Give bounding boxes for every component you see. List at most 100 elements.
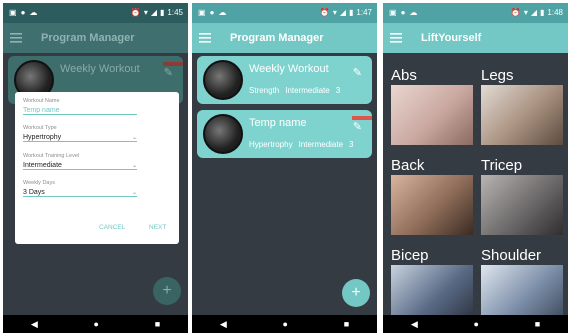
status-time: 1:45 [167,8,183,17]
phone-screen-categories: ▣ ● ☁ ⏰ ▾ ◢ ▮ 1:48 LiftYourself Abs Legs… [383,3,568,333]
workout-name-field: Workout Name Temp name [23,98,137,115]
workout-type-select[interactable]: Hypertrophy ⌄ [23,133,137,142]
system-nav-bar: ◀ ● ■ [192,315,377,333]
pencil-icon[interactable]: ✎ [353,66,362,79]
workout-type-label: Workout Type [23,125,57,131]
category-abs[interactable]: Abs [391,67,473,145]
workout-level: Intermediate [285,86,330,95]
weekly-days-select[interactable]: 3 Days ⌄ [23,188,137,197]
circle-icon: ● [400,8,406,17]
category-image [481,175,563,235]
ribbon-tag [352,116,372,120]
category-label: Legs [481,67,514,84]
training-level-label: Workout Training Level [23,153,80,159]
system-nav-bar: ◀ ● ■ [383,315,568,333]
category-tricep[interactable]: Tricep [481,157,563,235]
wifi-icon: ▾ [332,8,337,17]
cloud-icon: ☁ [409,8,418,17]
workout-card-meta: Strength Intermediate 3 [249,86,340,95]
alarm-icon: ⏰ [130,8,141,17]
battery-icon: ▮ [349,8,354,17]
home-circle-icon[interactable]: ● [283,319,288,329]
recents-square-icon[interactable]: ■ [344,319,349,329]
chevron-down-icon: ⌄ [131,162,137,169]
app-title: LiftYourself [421,32,482,44]
category-image [481,85,563,145]
phone-screen-programs: ▣ ● ☁ ⏰ ▾ ◢ ▮ 1:47 Program Manager Weekl… [192,3,377,333]
chevron-down-icon: ⌄ [131,134,137,141]
category-label: Tricep [481,157,523,174]
category-grid: Abs Legs Back Tricep Bicep Shoulder [383,53,568,325]
category-label: Back [391,157,425,174]
phone-screen-dialog: ▣ ● ☁ ⏰ ▾ ◢ ▮ 1:45 Program Manager Weekl… [3,3,188,333]
wifi-icon: ▾ [143,8,148,17]
circle-icon: ● [20,8,26,17]
weekly-days-label: Weekly Days [23,180,55,186]
status-time: 1:48 [547,8,563,17]
workout-name-input[interactable]: Temp name [23,106,137,115]
category-shoulder[interactable]: Shoulder [481,247,563,325]
workout-card[interactable]: Weekly Workout Strength Intermediate 3 ✎ [197,56,372,104]
workout-type-value: Hypertrophy [23,133,62,141]
recents-square-icon[interactable]: ■ [155,319,160,329]
app-title: Program Manager [41,32,135,44]
category-image [391,175,473,235]
battery-icon: ▮ [540,8,545,17]
hamburger-icon[interactable] [383,23,409,53]
signal-icon: ◢ [150,8,158,17]
program-list: Weekly Workout Strength Intermediate 3 ✎… [192,53,377,315]
status-bar: ▣ ● ☁ ⏰ ▾ ◢ ▮ 1:45 [3,3,188,23]
category-bicep[interactable]: Bicep [391,247,473,325]
category-image [391,85,473,145]
back-triangle-icon[interactable]: ◀ [220,319,227,330]
back-triangle-icon[interactable]: ◀ [411,319,418,330]
add-workout-button[interactable]: + [342,279,370,307]
status-bar: ▣ ● ☁ ⏰ ▾ ◢ ▮ 1:47 [192,3,377,23]
app-title: Program Manager [230,32,324,44]
chevron-down-icon: ⌄ [131,189,137,196]
circle-icon: ● [209,8,215,17]
cancel-button[interactable]: CANCEL [99,224,125,231]
workout-days: 3 [349,140,354,149]
battery-icon: ▮ [160,8,165,17]
new-workout-dialog: Workout Name Temp name Workout Type Hype… [15,92,179,244]
category-legs[interactable]: Legs [481,67,563,145]
category-label: Shoulder [481,247,542,264]
workout-avatar [203,60,243,100]
pencil-icon[interactable]: ✎ [164,66,173,79]
home-circle-icon[interactable]: ● [94,319,99,329]
home-circle-icon[interactable]: ● [474,319,479,329]
system-nav-bar: ◀ ● ■ [3,315,188,333]
training-level-value: Intermediate [23,161,62,169]
recents-square-icon[interactable]: ■ [535,319,540,329]
status-time: 1:47 [356,8,372,17]
workout-name-placeholder: Temp name [23,106,60,114]
workout-card-title: Weekly Workout [249,63,329,75]
category-label: Bicep [391,247,429,264]
weekly-days-field: Weekly Days 3 Days ⌄ [23,180,137,197]
hamburger-icon[interactable] [3,23,29,53]
signal-icon: ◢ [530,8,538,17]
training-level-select[interactable]: Intermediate ⌄ [23,161,137,170]
workout-card-meta: Hypertrophy Intermediate 3 [249,140,354,149]
pencil-icon[interactable]: ✎ [353,120,362,133]
workout-name-label: Workout Name [23,98,60,104]
weekly-days-value: 3 Days [23,188,45,196]
workout-type-field: Workout Type Hypertrophy ⌄ [23,125,137,142]
notification-icon: ▣ [9,8,17,17]
add-workout-button[interactable]: + [153,277,181,305]
app-bar: LiftYourself [383,23,568,53]
cloud-icon: ☁ [29,8,38,17]
category-back[interactable]: Back [391,157,473,235]
app-bar: Program Manager [192,23,377,53]
hamburger-icon[interactable] [192,23,218,53]
category-label: Abs [391,67,417,84]
training-level-field: Workout Training Level Intermediate ⌄ [23,153,137,170]
next-button[interactable]: NEXT [149,224,166,231]
workout-card-title: Weekly Workout [60,63,140,75]
cloud-icon: ☁ [218,8,227,17]
wifi-icon: ▾ [523,8,528,17]
back-triangle-icon[interactable]: ◀ [31,319,38,330]
workout-level: Intermediate [298,140,344,149]
workout-card[interactable]: Temp name Hypertrophy Intermediate 3 ✎ [197,110,372,158]
